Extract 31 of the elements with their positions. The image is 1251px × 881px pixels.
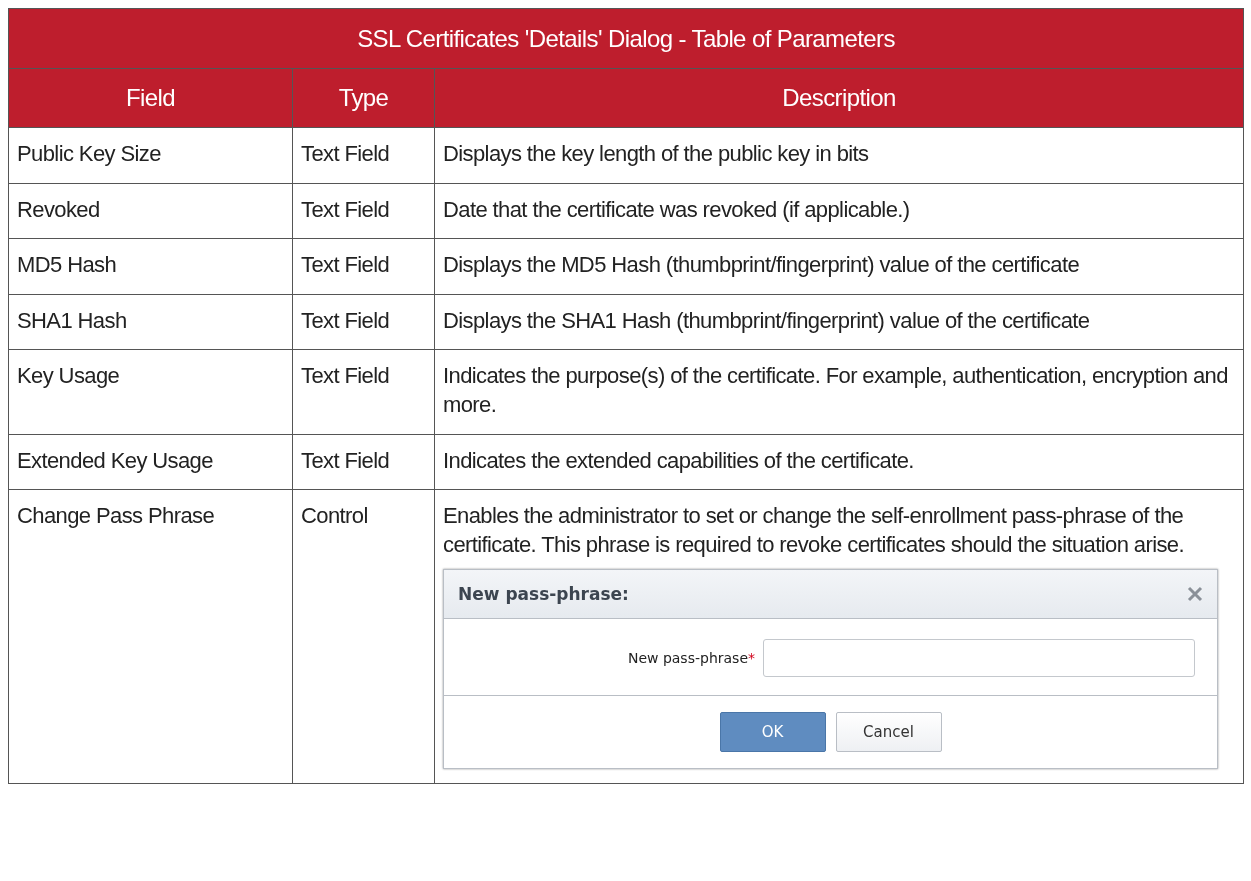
cancel-button[interactable]: Cancel xyxy=(835,712,942,753)
table-cell: Text Field xyxy=(292,238,435,295)
table-cell: Displays the MD5 Hash (thumbprint/fingerprint) value of the certificate xyxy=(434,238,1244,295)
table-cell: Text Field xyxy=(292,183,435,239)
table-cell: Text Field xyxy=(292,349,435,435)
table-cell: Change Pass Phrase xyxy=(8,489,293,784)
table-cell: Text Field xyxy=(292,294,435,350)
dialog-title: New pass-phrase: xyxy=(458,583,629,606)
table-cell: Revoked xyxy=(8,183,293,239)
column-header: Field xyxy=(8,68,293,128)
table-cell: SHA1 Hash xyxy=(8,294,293,350)
table-cell: Date that the certificate was revoked (if applicable.) xyxy=(434,183,1244,239)
table-cell: Control xyxy=(292,489,435,784)
description-text: Enables the administrator to set or change the self-enrollment pass-phrase of the certificate. This phrase is required to revoke certificates should the situation arise. xyxy=(443,502,1185,559)
column-header: Type xyxy=(292,68,435,128)
table-cell: Extended Key Usage xyxy=(8,434,293,490)
ok-button[interactable]: OK xyxy=(719,712,826,753)
table-cell: Displays the key length of the public key in bits xyxy=(434,127,1244,184)
table-cell: Displays the SHA1 Hash (thumbprint/fingerprint) value of the certificate xyxy=(434,294,1244,350)
table-cell: Text Field xyxy=(292,127,435,184)
table-cell: MD5 Hash xyxy=(8,238,293,295)
table-cell: Public Key Size xyxy=(8,127,293,184)
pass-phrase-field[interactable] xyxy=(763,639,1195,678)
field-label: New pass-phrase* xyxy=(627,649,755,668)
table-cell: Text Field xyxy=(292,434,435,490)
table-cell: Indicates the extended capabilities of the certificate. xyxy=(434,434,1244,490)
table-cell: Indicates the purpose(s) of the certificate. For example, authentication, encryption and more. xyxy=(434,349,1244,435)
table-title: SSL Certificates 'Details' Dialog - Table of Parameters xyxy=(8,8,1244,69)
table-cell: Key Usage xyxy=(8,349,293,435)
column-header: Description xyxy=(434,68,1244,128)
close-icon[interactable] xyxy=(1187,586,1203,603)
